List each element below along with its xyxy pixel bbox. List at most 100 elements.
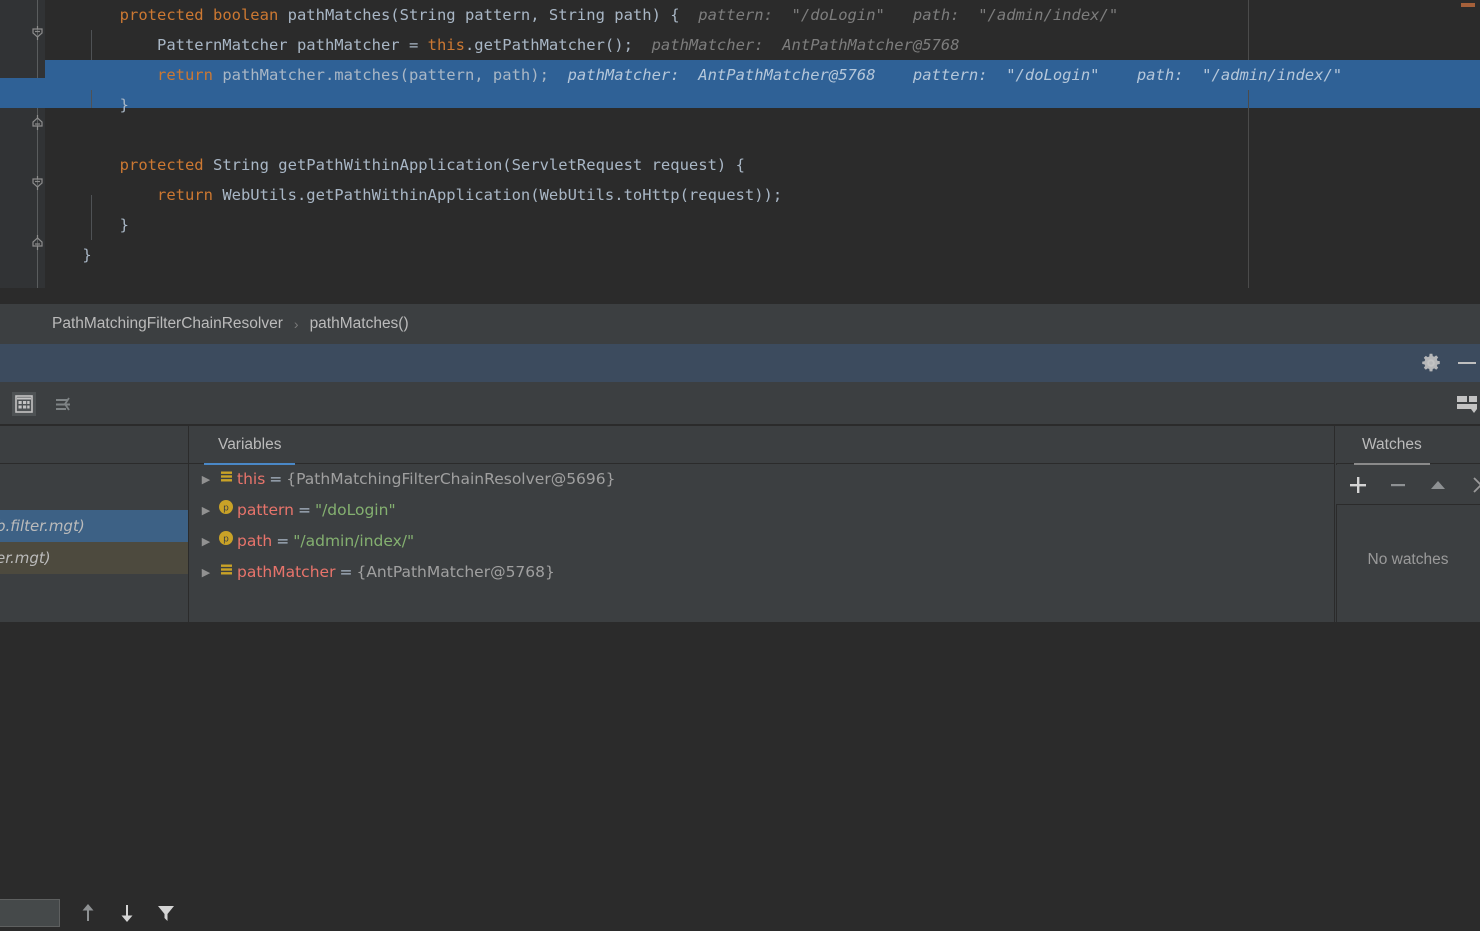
tab-watches[interactable]: Watches [1354,426,1430,465]
move-watch-up-icon[interactable] [1426,473,1450,497]
variable-row[interactable]: ▶ this = {PathMatchingFilterChainResolver@5… [189,464,1334,495]
variable-name: pathMatcher [237,563,336,581]
variables-tab-bar: Variables [189,426,1334,465]
variable-name: pattern [237,501,294,519]
variable-row[interactable]: ▶ p pattern = "/doLogin" [189,495,1334,526]
line-return-matches[interactable]: return pathMatcher.matches(pattern, path… [45,60,1480,90]
add-watch-icon[interactable] [1346,473,1370,497]
gear-icon[interactable] [1420,352,1442,374]
parameter-icon: p [215,526,237,557]
no-watches-message: No watches [1367,551,1449,568]
svg-text:p: p [223,504,229,514]
minimize-icon[interactable] [1458,362,1476,364]
breadcrumb-class[interactable]: PathMatchingFilterChainResolver [52,315,283,333]
inline-debug-hint: pattern: "/doLogin" path: "/admin/index/… [679,6,1119,24]
intellij-debugger-window: protected boolean pathMatches(String pat… [0,0,1480,927]
more-watch-actions-icon[interactable] [1466,473,1480,497]
variable-value: "/doLogin" [314,501,396,519]
line-pathmatcher-decl[interactable]: PatternMatcher pathMatcher = this.getPat… [45,30,1480,60]
expand-arrow-icon[interactable]: ▶ [197,464,215,495]
line-close-brace-2[interactable]: } [45,210,1480,240]
frames-panel[interactable]: b.filter.mgt) er.mgt) [0,426,189,622]
code-token: String getPathWithinApplication(ServletR… [212,156,745,174]
object-icon [215,557,237,588]
variable-row[interactable]: ▶ p path = "/admin/index/" [189,526,1334,557]
expand-arrow-icon[interactable]: ▶ [197,526,215,557]
line-blank-1[interactable] [45,120,1480,150]
variable-name: this [237,470,266,488]
error-stripe-marker[interactable] [1461,3,1475,7]
debugger-toolbar [0,382,1480,425]
thread-selector[interactable] [0,899,60,927]
tab-variables[interactable]: Variables [204,426,296,465]
equals-sign: = [276,532,290,550]
line-getpathwithin-signature[interactable]: protected String getPathWithinApplicatio… [45,150,1480,180]
equals-sign: = [339,563,353,581]
fold-marker-end-1[interactable] [30,115,45,130]
variable-name: path [237,532,273,550]
code-token: WebUtils.getPathWithinApplication(WebUti… [222,186,783,204]
editor-text-area[interactable]: protected boolean pathMatches(String pat… [45,0,1480,288]
breadcrumb: PathMatchingFilterChainResolver › pathMa… [0,304,1480,344]
equals-sign: = [269,470,283,488]
frames-toolbar [0,465,188,509]
variables-panel[interactable]: Variables ▶ this = {PathMatchingFilterChain… [189,426,1335,622]
line-close-brace-1[interactable]: } [45,90,1480,120]
code-token: .getPathMatcher(); [464,36,633,54]
code-editor[interactable]: protected boolean pathMatches(String pat… [0,0,1480,288]
debugger-panels: b.filter.mgt) er.mgt) Variables ▶ this =… [0,426,1480,927]
code-lines-container: protected boolean pathMatches(String pat… [45,0,1480,270]
frame-row[interactable]: er.mgt) [0,542,188,574]
code-token: } [45,246,92,264]
variable-value: {PathMatchingFilterChainResolver@5696} [286,470,616,488]
sort-values-icon[interactable] [52,392,76,416]
filter-frames-icon[interactable] [153,900,179,926]
debugger-header-bar [0,344,1480,382]
svg-text:p: p [223,535,229,545]
code-token: return [156,186,223,204]
layout-settings-icon[interactable] [1456,392,1480,416]
object-icon [215,464,237,495]
expand-arrow-icon[interactable]: ▶ [197,495,215,526]
fold-marker-collapse-2[interactable] [30,175,45,190]
table-view-icon[interactable] [12,392,36,416]
frames-tab-area [0,426,188,464]
variable-value: {AntPathMatcher@5768} [356,563,555,581]
code-token: } [45,96,129,114]
watches-panel[interactable]: Watches No watches [1336,426,1480,622]
line-return-webutils[interactable]: return WebUtils.getPathWithinApplication… [45,180,1480,210]
code-token: this [427,36,465,54]
code-token: } [45,216,129,234]
variable-row[interactable]: ▶ pathMatcher = {AntPathMatcher@5768} [189,557,1334,588]
expand-arrow-icon[interactable]: ▶ [197,557,215,588]
frame-down-icon[interactable] [114,900,140,926]
variables-list[interactable]: ▶ this = {PathMatchingFilterChainResolver@5… [189,464,1334,622]
code-token: pathMatches(String pattern, String path)… [287,6,680,24]
inline-debug-hint: pathMatcher: AntPathMatcher@5768 pattern… [548,66,1343,84]
breadcrumb-method[interactable]: pathMatches() [310,315,409,333]
frame-row-label: er.mgt) [0,549,51,567]
parameter-icon: p [215,495,237,526]
frame-up-icon[interactable] [75,900,101,926]
breadcrumb-separator-icon: › [293,316,299,332]
fold-marker-collapse-1[interactable] [30,25,45,40]
editor-hscroll-track[interactable] [0,288,1480,589]
remove-watch-icon[interactable] [1386,473,1410,497]
line-signature[interactable]: protected boolean pathMatches(String pat… [45,0,1480,30]
code-token: pathMatcher.matches(pattern, path); [222,66,549,84]
inline-debug-hint: pathMatcher: AntPathMatcher@5768 [632,36,960,54]
code-token: return [156,66,223,84]
frame-row[interactable]: b.filter.mgt) [0,510,188,542]
code-token: boolean [212,6,288,24]
frame-row-label: b.filter.mgt) [0,517,85,535]
code-token: protected [119,156,213,174]
code-token: protected [119,6,213,24]
line-close-brace-class[interactable]: } [45,240,1480,270]
fold-marker-end-2[interactable] [30,235,45,250]
equals-sign: = [297,501,311,519]
